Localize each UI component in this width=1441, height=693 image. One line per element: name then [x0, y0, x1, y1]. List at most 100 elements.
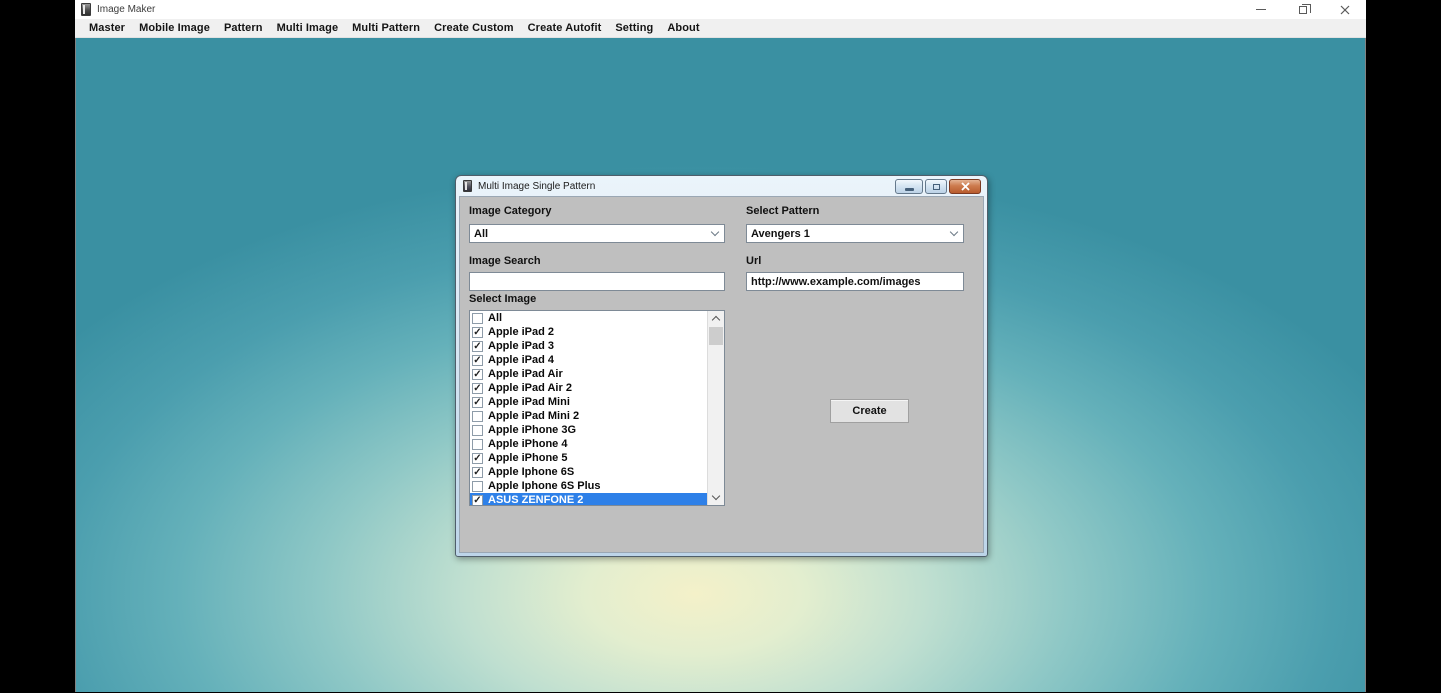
- url-field-wrap: [746, 272, 964, 291]
- menu-item-multi-pattern[interactable]: Multi Pattern: [345, 19, 427, 38]
- app-titlebar: Image Maker: [75, 0, 1366, 19]
- desktop-area: Multi Image Single Pattern: [75, 38, 1366, 692]
- close-icon: [961, 182, 970, 191]
- list-item-label: Apple Iphone 6S: [488, 466, 574, 478]
- checkbox-checked-icon[interactable]: ✓: [472, 495, 483, 506]
- menu-item-about[interactable]: About: [660, 19, 706, 38]
- dialog-icon: [463, 180, 472, 192]
- dialog-close-button[interactable]: [949, 179, 981, 194]
- select-image-list: All ✓ Apple iPad 2 ✓ Apple iPad 3 ✓ Apple iPad…: [470, 311, 707, 505]
- url-input[interactable]: [751, 273, 959, 290]
- url-label: Url: [746, 255, 761, 267]
- list-item-label: Apple iPhone 4: [488, 438, 567, 450]
- menu-item-create-custom[interactable]: Create Custom: [427, 19, 521, 38]
- app-window: Image Maker MasterMobile ImagePatternMul…: [75, 0, 1366, 693]
- list-item-label: Apple iPhone 3G: [488, 424, 576, 436]
- close-button[interactable]: [1324, 0, 1366, 19]
- list-item-label: ASUS ZENFONE 2: [488, 494, 583, 506]
- restore-button[interactable]: [1282, 0, 1324, 19]
- image-search-label: Image Search: [469, 255, 541, 267]
- scroll-down-button[interactable]: [708, 490, 724, 505]
- create-button[interactable]: Create: [830, 399, 909, 423]
- dialog-title: Multi Image Single Pattern: [478, 181, 595, 192]
- checkbox-unchecked-icon[interactable]: [472, 411, 483, 422]
- checkbox-checked-icon[interactable]: ✓: [472, 467, 483, 478]
- minimize-icon: [1256, 9, 1266, 10]
- image-category-dropdown[interactable]: All: [469, 224, 725, 243]
- list-item[interactable]: Apple iPhone 3G: [470, 423, 707, 437]
- image-category-label: Image Category: [469, 205, 552, 217]
- select-pattern-label: Select Pattern: [746, 205, 819, 217]
- list-item[interactable]: ✓ Apple iPad Mini: [470, 395, 707, 409]
- list-item[interactable]: Apple Iphone 6S Plus: [470, 479, 707, 493]
- list-item-label: Apple Iphone 6S Plus: [488, 480, 600, 492]
- list-item[interactable]: ✓ Apple iPad 2: [470, 325, 707, 339]
- image-search-input[interactable]: [474, 273, 720, 290]
- listbox-scrollbar[interactable]: [707, 311, 724, 505]
- image-search-field-wrap: [469, 272, 725, 291]
- menu-item-create-autofit[interactable]: Create Autofit: [521, 19, 609, 38]
- chevron-up-icon: [712, 316, 720, 324]
- list-item[interactable]: ✓ Apple iPad 3: [470, 339, 707, 353]
- list-item[interactable]: ✓ Apple iPhone 5: [470, 451, 707, 465]
- chevron-down-icon: [950, 228, 958, 236]
- dialog-minimize-button[interactable]: [895, 179, 923, 194]
- menu-item-pattern[interactable]: Pattern: [217, 19, 270, 38]
- checkbox-checked-icon[interactable]: ✓: [472, 341, 483, 352]
- dialog-maximize-button[interactable]: [925, 179, 947, 194]
- dialog-body: Image Category All Select Pattern Avenge…: [459, 196, 984, 553]
- menu-item-mobile-image[interactable]: Mobile Image: [132, 19, 217, 38]
- checkbox-unchecked-icon[interactable]: [472, 313, 483, 324]
- image-category-value: All: [474, 228, 488, 240]
- list-item[interactable]: Apple iPhone 4: [470, 437, 707, 451]
- list-item-label: Apple iPad Air: [488, 368, 563, 380]
- menu-bar: MasterMobile ImagePatternMulti ImageMult…: [75, 19, 1366, 38]
- checkbox-checked-icon[interactable]: ✓: [472, 355, 483, 366]
- list-item[interactable]: All: [470, 311, 707, 325]
- checkbox-unchecked-icon[interactable]: [472, 425, 483, 436]
- minimize-icon: [905, 188, 914, 191]
- checkbox-unchecked-icon[interactable]: [472, 439, 483, 450]
- menu-item-multi-image[interactable]: Multi Image: [270, 19, 346, 38]
- select-image-listbox[interactable]: All ✓ Apple iPad 2 ✓ Apple iPad 3 ✓ Apple iPad…: [469, 310, 725, 506]
- select-pattern-value: Avengers 1: [751, 228, 810, 240]
- list-item[interactable]: ✓ Apple iPad Air: [470, 367, 707, 381]
- list-item[interactable]: ✓ Apple Iphone 6S: [470, 465, 707, 479]
- list-item-label: Apple iPhone 5: [488, 452, 567, 464]
- dialog-multi-image-single-pattern: Multi Image Single Pattern: [455, 175, 988, 557]
- list-item[interactable]: Apple iPad Mini 2: [470, 409, 707, 423]
- maximize-icon: [933, 184, 940, 190]
- app-title: Image Maker: [97, 4, 155, 15]
- list-item-label: Apple iPad 3: [488, 340, 554, 352]
- select-image-label: Select Image: [469, 293, 536, 305]
- scrollbar-thumb[interactable]: [709, 327, 723, 345]
- list-item-label: Apple iPad Air 2: [488, 382, 572, 394]
- dialog-titlebar[interactable]: Multi Image Single Pattern: [459, 176, 984, 196]
- menu-item-setting[interactable]: Setting: [608, 19, 660, 38]
- dialog-window-controls: [895, 179, 981, 194]
- minimize-button[interactable]: [1240, 0, 1282, 19]
- checkbox-checked-icon[interactable]: ✓: [472, 369, 483, 380]
- window-controls: [1240, 0, 1366, 19]
- list-item[interactable]: ✓ ASUS ZENFONE 2: [470, 493, 707, 506]
- checkbox-checked-icon[interactable]: ✓: [472, 383, 483, 394]
- list-item-label: Apple iPad Mini: [488, 396, 570, 408]
- restore-icon: [1299, 6, 1307, 14]
- list-item[interactable]: ✓ Apple iPad 4: [470, 353, 707, 367]
- scroll-up-button[interactable]: [708, 311, 724, 326]
- menu-item-master[interactable]: Master: [82, 19, 132, 38]
- checkbox-checked-icon[interactable]: ✓: [472, 397, 483, 408]
- list-item-label: All: [488, 312, 502, 324]
- select-pattern-dropdown[interactable]: Avengers 1: [746, 224, 964, 243]
- close-icon: [1340, 5, 1350, 15]
- checkbox-checked-icon[interactable]: ✓: [472, 453, 483, 464]
- chevron-down-icon: [712, 492, 720, 500]
- list-item-label: Apple iPad 4: [488, 354, 554, 366]
- list-item-label: Apple iPad Mini 2: [488, 410, 579, 422]
- app-icon: [81, 3, 91, 16]
- checkbox-checked-icon[interactable]: ✓: [472, 327, 483, 338]
- list-item[interactable]: ✓ Apple iPad Air 2: [470, 381, 707, 395]
- list-item-label: Apple iPad 2: [488, 326, 554, 338]
- checkbox-unchecked-icon[interactable]: [472, 481, 483, 492]
- chevron-down-icon: [711, 228, 719, 236]
